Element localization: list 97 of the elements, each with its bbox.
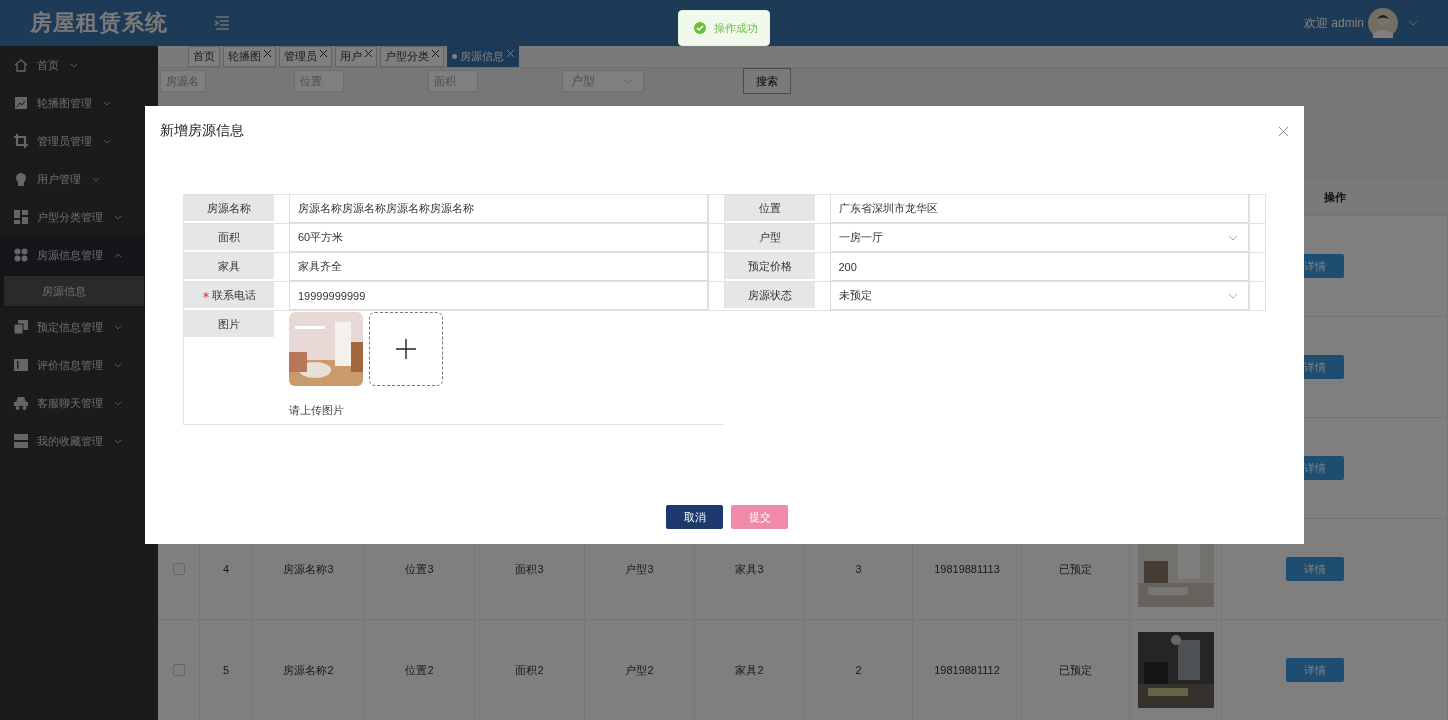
caret-icon: [624, 78, 633, 84]
field-label: 家具: [218, 258, 240, 274]
table-cell: 19819881113: [934, 563, 1000, 575]
plus-icon: [396, 339, 416, 359]
input-field[interactable]: 房源名称房源名称房源名称房源名称: [289, 195, 708, 223]
caret-icon: [114, 324, 122, 330]
app-title: 房屋租赁系统: [30, 9, 168, 37]
required-icon: [202, 292, 209, 298]
table-cell: 19819881112: [934, 664, 1000, 676]
caret-icon: [114, 214, 122, 220]
field-label: 房源状态: [747, 287, 792, 303]
close-icon[interactable]: [432, 50, 439, 57]
column-header: 操作: [1323, 189, 1346, 205]
search-button[interactable]: 搜索: [743, 68, 791, 94]
caret-icon[interactable]: [1408, 20, 1418, 26]
input-field[interactable]: 200: [829, 253, 1249, 281]
table-cell: 房源名称2: [283, 662, 334, 678]
field-label: 联系电话: [211, 287, 256, 303]
caret-icon: [114, 252, 122, 258]
upload-hint: 请上传图片: [289, 403, 345, 418]
table-cell: 户型3: [625, 561, 654, 577]
avatar-icon[interactable]: [1368, 8, 1398, 38]
close-icon[interactable]: [320, 50, 327, 57]
sidebar-item[interactable]: 我的收藏管理: [0, 422, 158, 460]
close-icon[interactable]: [264, 50, 271, 57]
tab[interactable]: 房源信息: [447, 46, 519, 67]
table-cell: 户型2: [625, 662, 654, 678]
check-icon: [694, 22, 706, 34]
welcome-text: 欢迎 admin: [1303, 14, 1364, 32]
panel-icon: [14, 358, 28, 372]
detail-button[interactable]: 详情: [1285, 557, 1344, 581]
detail-button[interactable]: 详情: [1285, 658, 1344, 682]
crop-icon: [14, 134, 28, 148]
caret-icon: [103, 100, 111, 106]
table-cell: 已预定: [1059, 662, 1092, 678]
tab[interactable]: 户型分类: [380, 46, 444, 67]
caret-icon: [114, 400, 122, 406]
table-cell: 家具2: [735, 662, 764, 678]
drawer-icon: [14, 434, 28, 448]
tab[interactable]: 管理员: [279, 46, 332, 67]
field-label: 面积: [218, 229, 240, 245]
caret-icon: [92, 176, 100, 182]
table-cell: 房源名称3: [283, 561, 334, 577]
caret-icon: [1228, 234, 1238, 241]
person-icon: [14, 172, 28, 186]
table-cell: 5: [222, 664, 230, 676]
sidebar-item[interactable]: 管理员管理: [0, 122, 158, 160]
caret-icon: [1228, 292, 1238, 299]
table-cell: 2: [855, 664, 862, 676]
row-checkbox[interactable]: [172, 664, 185, 676]
tab[interactable]: 用户: [335, 46, 377, 67]
grid-icon: [14, 210, 28, 224]
table-cell: 4: [222, 563, 230, 575]
input-field[interactable]: 家具齐全: [289, 253, 708, 281]
field-label: 位置: [758, 200, 781, 216]
toast-message: 操作成功: [714, 20, 758, 36]
cancel-button[interactable]: 取消: [666, 505, 723, 529]
home-icon: [14, 58, 28, 72]
sidebar-item[interactable]: 客服聊天管理: [0, 384, 158, 422]
table-cell: 家具3: [735, 561, 764, 577]
menu-toggle-icon[interactable]: [214, 16, 230, 30]
sidebar-item[interactable]: 户型分类管理: [0, 198, 158, 236]
input-field[interactable]: 一房一厅: [829, 224, 1249, 252]
caret-icon: [70, 62, 78, 68]
caret-icon: [114, 438, 122, 444]
sidebar-item[interactable]: 用户管理: [0, 160, 158, 198]
sidebar-item[interactable]: 轮播图管理: [0, 84, 158, 122]
stack-icon: [14, 320, 28, 334]
sidebar-item[interactable]: 评价信息管理: [0, 346, 158, 384]
table-cell: 位置2: [405, 662, 434, 678]
table-cell: 面积3: [515, 561, 544, 577]
sidebar-item[interactable]: 首页: [0, 46, 158, 84]
table-cell: 面积2: [515, 662, 544, 678]
table-cell: 3: [855, 563, 862, 575]
close-icon[interactable]: [1279, 126, 1288, 136]
close-icon[interactable]: [365, 50, 372, 57]
field-label: 房源名称: [207, 200, 251, 216]
input-field[interactable]: 未预定: [829, 282, 1249, 310]
input-field[interactable]: 19999999999: [289, 282, 708, 310]
sidebar-item[interactable]: 预定信息管理: [0, 308, 158, 346]
table-cell: 位置3: [405, 561, 434, 577]
caret-icon: [114, 362, 122, 368]
table-cell: 已预定: [1059, 561, 1092, 577]
tab[interactable]: 首页: [188, 46, 220, 67]
field-label: 户型: [758, 229, 781, 245]
car-icon: [14, 396, 28, 410]
upload-button[interactable]: [369, 312, 443, 386]
dots-icon: [14, 248, 28, 262]
caret-icon: [103, 138, 111, 144]
row-checkbox[interactable]: [172, 563, 185, 575]
input-field[interactable]: 60平方米: [289, 224, 708, 252]
field-label: 预定价格: [747, 258, 792, 274]
tab[interactable]: 轮播图: [223, 46, 276, 67]
input-field[interactable]: 广东省深圳市龙华区: [829, 195, 1249, 223]
field-label: 图片: [184, 311, 274, 337]
submit-button[interactable]: 提交: [731, 505, 788, 529]
dialog-title: 新增房源信息: [160, 122, 244, 140]
